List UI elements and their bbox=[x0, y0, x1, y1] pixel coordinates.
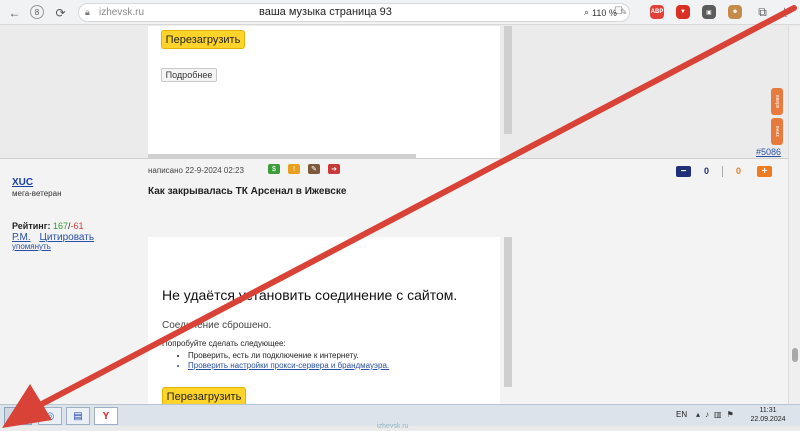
start-button[interactable]: ◼◼ bbox=[4, 407, 32, 425]
page-title: ваша музыка страница 93 bbox=[259, 6, 392, 18]
scroll-up-button[interactable]: вверх bbox=[771, 88, 783, 115]
error-try-label: Попробуйте сделать следующее: bbox=[162, 339, 286, 348]
flag-icon[interactable]: ⚑ bbox=[727, 410, 734, 419]
suggestion-item: Проверить, есть ли подключение к интерне… bbox=[188, 351, 389, 360]
error-subtitle: Соединение сброшено. bbox=[162, 320, 272, 331]
page-jump-arrows: вверх вниз bbox=[771, 88, 785, 146]
zoom-reset-icon[interactable]: ✎ bbox=[620, 7, 628, 18]
forum-post: XUC мега-ветеран Рейтинг: 167/-61 Р.М. Ц… bbox=[0, 158, 788, 404]
adblock-extension-icon[interactable]: ABP bbox=[650, 5, 664, 19]
scrollbar-thumb[interactable] bbox=[792, 348, 798, 362]
language-indicator[interactable]: EN bbox=[676, 410, 687, 419]
frame-vertical-scrollbar[interactable] bbox=[504, 237, 512, 387]
yandex-browser-icon[interactable]: Y bbox=[94, 407, 118, 425]
scroll-down-button[interactable]: вниз bbox=[771, 118, 783, 145]
clock[interactable]: 11:31 22.09.2024 bbox=[748, 406, 788, 424]
tool-extension-icon[interactable]: ▣ bbox=[702, 5, 716, 19]
rating-positive: 167 bbox=[52, 221, 68, 231]
download-icon[interactable]: ⤓ bbox=[776, 4, 793, 21]
post-number-link[interactable]: #5086 bbox=[756, 147, 781, 157]
vote-plus-button[interactable]: + bbox=[757, 166, 772, 177]
author-rank: мега-ветеран bbox=[12, 189, 62, 198]
address-bar[interactable]: 🔒︎ izhevsk.ru ваша музыка страница 93 ☐ bbox=[78, 3, 630, 22]
warning-icon[interactable]: ! bbox=[288, 164, 300, 174]
embedded-frame-error: Не удаётся установить соединение с сайто… bbox=[148, 237, 512, 404]
save-disk-icon[interactable]: ▤ bbox=[66, 407, 90, 425]
reload-button-top[interactable]: Перезагрузить bbox=[161, 30, 245, 49]
address-domain: izhevsk.ru bbox=[99, 7, 145, 18]
magnifier-icon: ⌕ bbox=[584, 7, 590, 17]
post-vote: − 0 0 + bbox=[676, 166, 772, 178]
site-watermark: izhevsk.ru bbox=[377, 423, 409, 430]
author-rating: Рейтинг: 167/-61 bbox=[12, 221, 84, 231]
frame-vertical-scrollbar[interactable] bbox=[504, 26, 512, 134]
clock-date: 22.09.2024 bbox=[750, 416, 786, 423]
reload-button-error[interactable]: Перезагрузить bbox=[162, 387, 246, 404]
back-arrow-icon[interactable]: ← bbox=[6, 4, 23, 21]
system-tray: ▴ ♪ ▥ ⚑ bbox=[696, 410, 734, 419]
vote-minus-button[interactable]: − bbox=[676, 166, 691, 177]
edit-icon[interactable]: ✎ bbox=[308, 164, 320, 174]
money-icon[interactable]: $ bbox=[268, 164, 280, 174]
details-button[interactable]: Подробнее bbox=[161, 68, 217, 82]
error-suggestions: Проверить, есть ли подключение к интерне… bbox=[188, 351, 389, 371]
post-date: написано 22-9-2024 02:23 bbox=[148, 166, 244, 175]
reload-icon[interactable]: ⟳ bbox=[52, 4, 69, 21]
mention-link[interactable]: упомянуть bbox=[12, 242, 51, 251]
explorer-icon[interactable]: ◎ bbox=[38, 407, 62, 425]
error-title: Не удаётся установить соединение с сайто… bbox=[162, 287, 458, 303]
post-title: Как закрывалась ТК Арсенал в Ижевске bbox=[148, 186, 347, 197]
speaker-icon[interactable]: ♪ bbox=[705, 410, 709, 419]
post-action-icons: $ ! ✎ ➜ bbox=[268, 164, 340, 174]
author-name[interactable]: XUC bbox=[12, 177, 33, 188]
vote-separator bbox=[722, 166, 723, 177]
browser-shield-icon[interactable]: 8 bbox=[30, 5, 44, 19]
rating-label: Рейтинг: bbox=[12, 221, 51, 231]
report-icon[interactable]: ➜ bbox=[328, 164, 340, 174]
vote-negative-count: 0 bbox=[704, 166, 710, 176]
post-author-panel: XUC мега-ветеран Рейтинг: 167/-61 Р.М. Ц… bbox=[0, 159, 140, 404]
shield-extension-icon[interactable]: ▼ bbox=[676, 5, 690, 19]
vote-positive-count: 0 bbox=[736, 166, 742, 176]
network-icon[interactable]: ▥ bbox=[714, 410, 722, 419]
page-vertical-scrollbar[interactable] bbox=[788, 26, 800, 404]
tray-arrow-icon[interactable]: ▴ bbox=[696, 410, 700, 419]
rating-negative: -61 bbox=[70, 221, 84, 231]
page-content: Перезагрузить Подробнее вверх вниз #5086… bbox=[0, 26, 788, 404]
browser-toolbar: ← 8 ⟳ 🔒︎ izhevsk.ru ваша музыка страница… bbox=[0, 0, 800, 25]
lock-icon: 🔒︎ bbox=[85, 7, 90, 17]
zoom-level: 110 % bbox=[592, 7, 617, 18]
embedded-frame-top: Перезагрузить Подробнее bbox=[148, 26, 512, 162]
clock-time: 11:31 bbox=[759, 407, 777, 414]
profile-extension-icon[interactable]: ☻ bbox=[728, 5, 742, 19]
proxy-settings-link[interactable]: Проверить настройки прокси-сервера и бра… bbox=[188, 361, 389, 370]
zoom-control[interactable]: ⌕ 110 % ✎ bbox=[578, 4, 633, 21]
extensions-icon[interactable]: ⧉ bbox=[754, 4, 771, 21]
